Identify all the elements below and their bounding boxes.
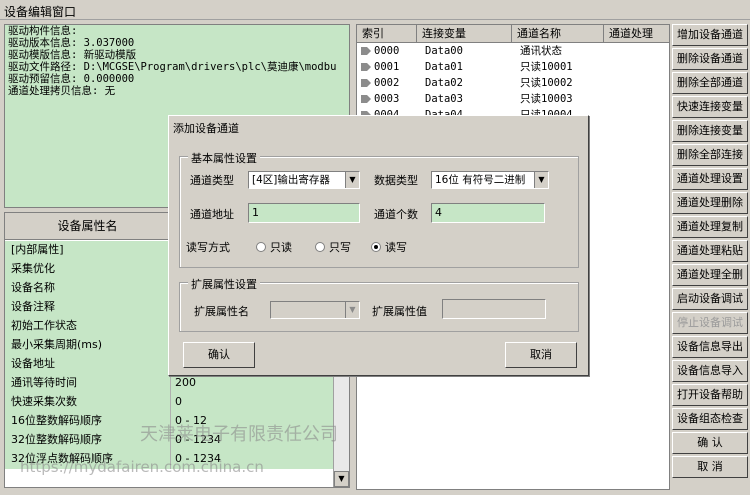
scroll-down-icon[interactable]: ▼ xyxy=(334,471,349,487)
info-line: 驱动模版信息: 新驱动模版 xyxy=(8,49,137,61)
delete-link-variable-button[interactable]: 删除连接变量 xyxy=(672,120,748,142)
channel-type-label: 通道类型 xyxy=(190,174,234,187)
extended-property-name-select[interactable]: ▼ xyxy=(270,301,360,319)
info-line: 驱动构件信息: xyxy=(8,25,78,37)
channel-processing-paste-button[interactable]: 通道处理粘贴 xyxy=(672,240,748,262)
data-type-label: 数据类型 xyxy=(374,174,418,187)
add-channel-button[interactable]: 增加设备通道 xyxy=(672,24,748,46)
channel-type-select[interactable]: [4区]输出寄存器 ▼ xyxy=(248,171,360,189)
read-write-mode-label: 读写方式 xyxy=(186,241,230,254)
info-line: 通道处理拷贝信息: 无 xyxy=(8,85,116,97)
column-header-channel-name[interactable]: 通道名称 xyxy=(512,25,604,43)
channel-row-icon xyxy=(361,95,371,103)
property-row[interactable]: 通讯等待时间 200 xyxy=(5,374,335,393)
table-row[interactable]: 0002 Data02 只读10002 xyxy=(357,76,669,92)
dialog-title: 添加设备通道 xyxy=(173,122,239,135)
dialog-cancel-button[interactable]: 取消 xyxy=(505,342,577,368)
table-row[interactable]: 0000 Data00 通讯状态 xyxy=(357,44,669,60)
channel-address-input[interactable]: 1 xyxy=(248,203,360,223)
column-header-index[interactable]: 索引 xyxy=(357,25,417,43)
add-channel-dialog: 添加设备通道 基本属性设置 通道类型 [4区]输出寄存器 ▼ 数据类型 16位 … xyxy=(168,115,589,376)
watermark-url: https://mydafairen.com.china.cn xyxy=(20,458,264,476)
confirm-button[interactable]: 确 认 xyxy=(672,432,748,454)
basic-properties-group: 基本属性设置 通道类型 [4区]输出寄存器 ▼ 数据类型 16位 有符号二进制 … xyxy=(179,150,579,268)
quick-link-variable-button[interactable]: 快速连接变量 xyxy=(672,96,748,118)
delete-all-channels-button[interactable]: 删除全部通道 xyxy=(672,72,748,94)
extended-properties-group: 扩展属性设置 扩展属性名 ▼ 扩展属性值 xyxy=(179,276,579,332)
table-row[interactable]: 0001 Data01 只读10001 xyxy=(357,60,669,76)
delete-all-links-button[interactable]: 删除全部连接 xyxy=(672,144,748,166)
channel-processing-copy-button[interactable]: 通道处理复制 xyxy=(672,216,748,238)
import-device-info-button[interactable]: 设备信息导入 xyxy=(672,360,748,382)
open-device-help-button[interactable]: 打开设备帮助 xyxy=(672,384,748,406)
channel-processing-delete-button[interactable]: 通道处理删除 xyxy=(672,192,748,214)
start-device-debug-button[interactable]: 启动设备调试 xyxy=(672,288,748,310)
property-row[interactable]: 快速采集次数 0 xyxy=(5,393,335,412)
property-name-column-header: 设备属性名 xyxy=(5,213,171,240)
window-title: 设备编辑窗口 xyxy=(4,5,77,19)
channel-count-label: 通道个数 xyxy=(374,208,418,221)
stop-device-debug-button[interactable]: 停止设备调试 xyxy=(672,312,748,334)
radio-circle-icon xyxy=(315,242,325,252)
title-bar: 设备编辑窗口 xyxy=(0,0,750,20)
data-type-select[interactable]: 16位 有符号二进制 ▼ xyxy=(431,171,549,189)
channel-table-header: 索引 连接变量 通道名称 通道处理 xyxy=(357,25,669,43)
channel-processing-settings-button[interactable]: 通道处理设置 xyxy=(672,168,748,190)
extended-group-title: 扩展属性设置 xyxy=(188,276,260,292)
cancel-button[interactable]: 取 消 xyxy=(672,456,748,478)
write-only-radio[interactable]: 只写 xyxy=(315,239,351,255)
info-line: 驱动版本信息: 3.037000 xyxy=(8,37,135,49)
extended-property-name-label: 扩展属性名 xyxy=(194,305,249,318)
device-config-check-button[interactable]: 设备组态检查 xyxy=(672,408,748,430)
radio-selected-icon xyxy=(371,242,381,252)
extended-property-value-label: 扩展属性值 xyxy=(372,305,427,318)
delete-channel-button[interactable]: 删除设备通道 xyxy=(672,48,748,70)
basic-group-title: 基本属性设置 xyxy=(188,150,260,166)
column-header-processing[interactable]: 通道处理 xyxy=(604,25,669,43)
channel-row-icon xyxy=(361,47,371,55)
radio-circle-icon xyxy=(256,242,266,252)
channel-row-icon xyxy=(361,79,371,87)
table-row[interactable]: 0003 Data03 只读10003 xyxy=(357,92,669,108)
chevron-down-icon[interactable]: ▼ xyxy=(345,302,359,318)
column-header-variable[interactable]: 连接变量 xyxy=(417,25,512,43)
watermark-company: 天津莱电子有限责任公司 xyxy=(140,424,338,445)
channel-row-icon xyxy=(361,63,371,71)
channel-address-label: 通道地址 xyxy=(190,208,234,221)
chevron-down-icon[interactable]: ▼ xyxy=(345,172,359,188)
info-line: 驱动文件路径: D:\MCGSE\Program\drivers\plc\莫迪康… xyxy=(8,61,337,73)
chevron-down-icon[interactable]: ▼ xyxy=(534,172,548,188)
info-line: 驱动预留信息: 0.000000 xyxy=(8,73,135,85)
export-device-info-button[interactable]: 设备信息导出 xyxy=(672,336,748,358)
dialog-ok-button[interactable]: 确认 xyxy=(183,342,255,368)
read-write-radio[interactable]: 读写 xyxy=(371,239,407,255)
extended-property-value-input[interactable] xyxy=(442,299,546,319)
channel-processing-delete-all-button[interactable]: 通道处理全删 xyxy=(672,264,748,286)
channel-count-input[interactable]: 4 xyxy=(431,203,545,223)
read-only-radio[interactable]: 只读 xyxy=(256,239,292,255)
